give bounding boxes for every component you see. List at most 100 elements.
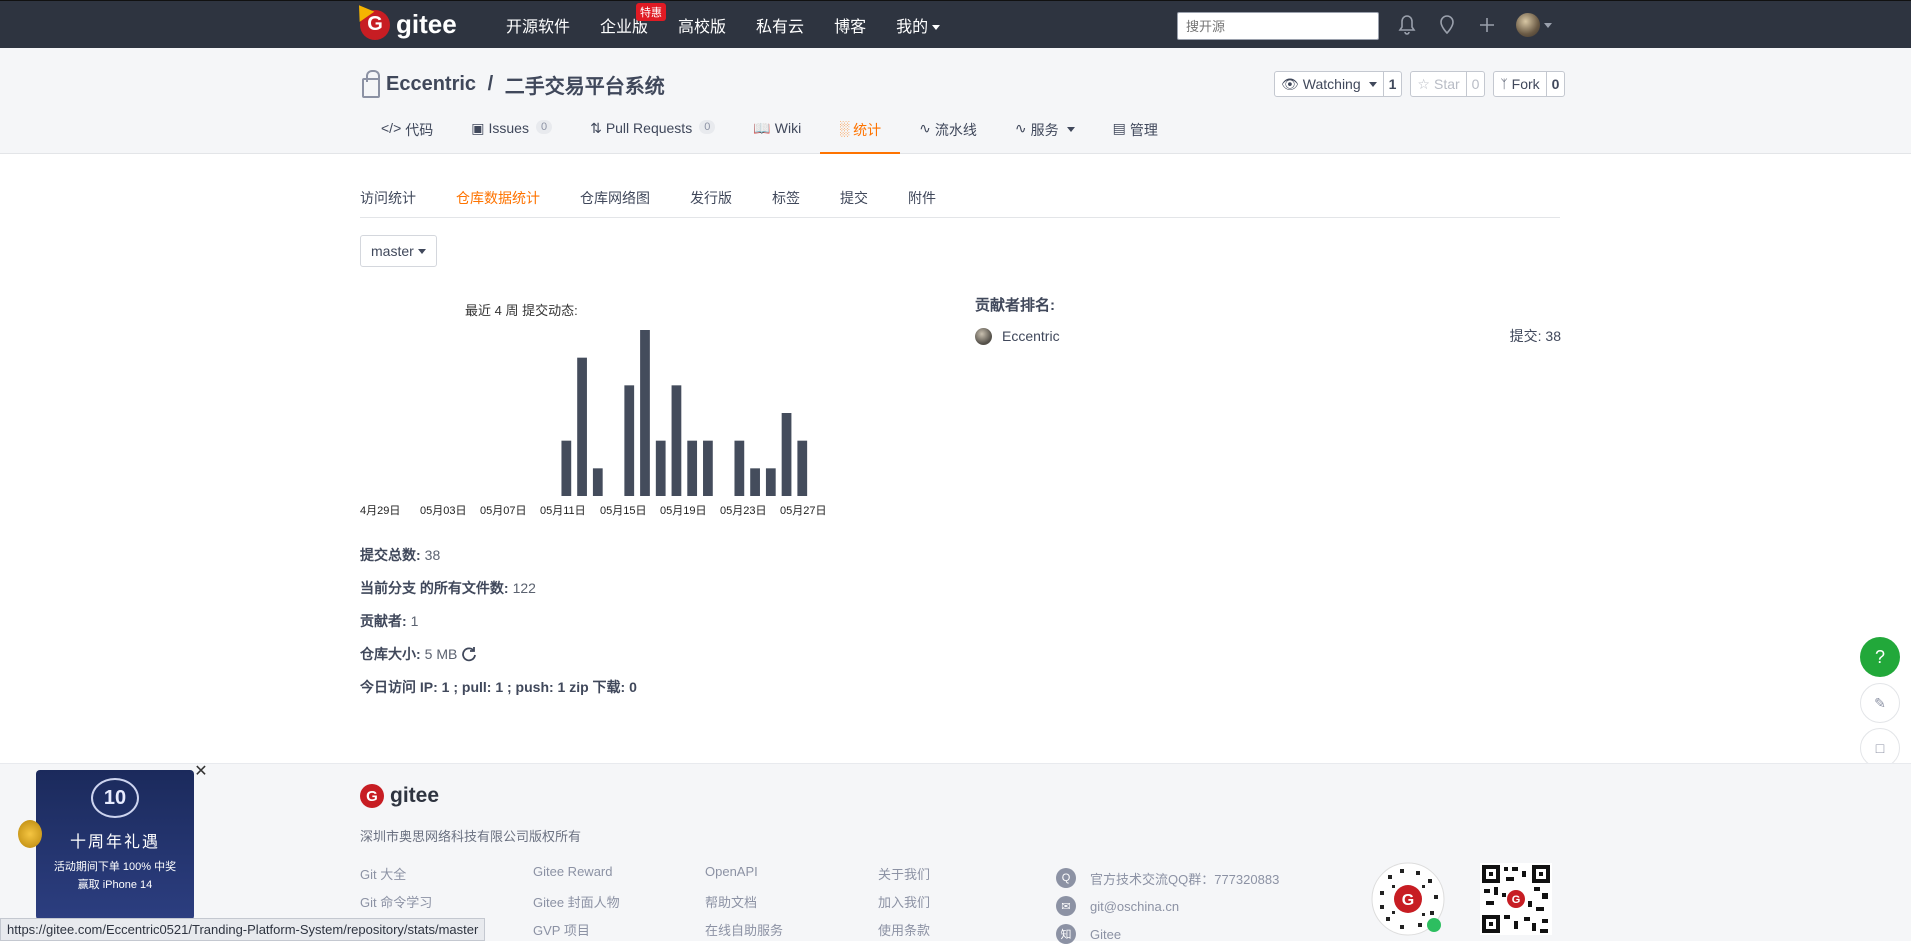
repo-actions: 👁 Watching 1 ☆ Star 0 ᛉ Fork 0 — [1274, 71, 1566, 97]
footer-link[interactable]: 使用条款 — [878, 923, 930, 938]
issues-count: 0 — [535, 120, 553, 134]
fork-count[interactable]: 0 — [1545, 72, 1565, 96]
contributor-name[interactable]: Eccentric — [1002, 328, 1060, 344]
subtab-tags[interactable]: 标签 — [772, 188, 800, 217]
user-menu[interactable] — [1516, 13, 1552, 37]
plus-icon[interactable] — [1476, 14, 1498, 36]
feedback-button[interactable]: ✎ — [1860, 683, 1900, 723]
help-button[interactable]: ? — [1860, 637, 1900, 677]
watch-button[interactable]: 👁 Watching 1 — [1274, 71, 1403, 97]
tab-issues[interactable]: ▣ Issues 0 — [452, 120, 571, 154]
contributor-commits: 提交: 38 — [1509, 328, 1561, 344]
x-tick-label: 05月11日 — [540, 505, 586, 517]
promo-line-3: 赢取 iPhone 14 — [77, 879, 153, 891]
chat-icon: □ — [1875, 740, 1885, 756]
top-icons — [1396, 13, 1552, 37]
x-tick-label: 4月29日 — [360, 505, 400, 517]
tab-wiki[interactable]: 📖 Wiki — [734, 120, 820, 154]
footer-link[interactable]: Git 大全 — [360, 867, 406, 882]
commit-activity-chart: 4月29日 05月03日 05月07日 05月11日 05月15日 05月19日 05月23… — [360, 330, 826, 517]
tab-label: 流水线 — [934, 122, 977, 138]
lock-icon — [362, 69, 380, 98]
fork-button[interactable]: ᛉ Fork 0 — [1493, 71, 1566, 97]
footer-link[interactable]: 帮助文档 — [705, 895, 757, 910]
footer-col-3: OpenAPI 帮助文档 在线自助服务 — [705, 864, 783, 948]
tab-pipeline[interactable]: ∿ 流水线 — [900, 120, 996, 154]
gitee-logo-icon: G — [360, 784, 384, 808]
footer-link[interactable]: OpenAPI — [705, 864, 758, 879]
x-tick-label: 05月03日 — [420, 505, 466, 517]
nav-item-enterprise[interactable]: 企业版 特惠 — [600, 3, 667, 37]
watch-label: Watching — [1302, 76, 1361, 92]
star-label: Star — [1433, 76, 1460, 92]
chat-button[interactable]: □ — [1860, 728, 1900, 768]
footer-link[interactable]: 关于我们 — [878, 867, 930, 882]
x-tick-label: 05月27日 — [780, 505, 826, 517]
fork-label: Fork — [1511, 76, 1540, 92]
star-count[interactable]: 0 — [1465, 72, 1485, 96]
subtab-repo-data-stats[interactable]: 仓库数据统计 — [456, 188, 540, 217]
x-tick-label: 05月15日 — [600, 505, 646, 517]
chart-bar — [577, 357, 587, 496]
watch-count[interactable]: 1 — [1382, 72, 1402, 96]
nav-item-mine[interactable]: 我的 — [896, 13, 941, 37]
bar-chart-icon: ░ — [839, 120, 850, 136]
avatar[interactable] — [975, 327, 992, 345]
subtab-releases[interactable]: 发行版 — [690, 188, 732, 217]
stat-contributors: 贡献者: 1 — [360, 604, 637, 637]
tab-stats[interactable]: ░ 统计 — [820, 120, 901, 154]
chart-title: 最近 4 周 提交动态: — [465, 303, 578, 318]
gitee-logo[interactable]: G gitee — [360, 9, 457, 40]
footer-link[interactable]: 加入我们 — [878, 895, 930, 910]
search-input[interactable] — [1177, 12, 1379, 40]
footer-link[interactable]: 在线自助服务 — [705, 923, 783, 938]
pull-request-icon: ⇅ — [590, 120, 602, 136]
anniversary-promo-banner[interactable]: 10 十周年礼遇 活动期间下单 100% 中奖 赢取 iPhone 14 — [36, 770, 194, 920]
subtab-visit-stats[interactable]: 访问统计 — [360, 188, 416, 217]
footer-link[interactable]: GVP 项目 — [533, 923, 590, 938]
tab-label: Wiki — [774, 120, 802, 136]
mail-icon: ✉ — [1056, 896, 1076, 916]
repo-owner-link[interactable]: Eccentric — [386, 73, 476, 96]
nav-item-private-cloud[interactable]: 私有云 — [756, 13, 804, 37]
repo-name-link[interactable]: 二手交易平台系统 — [505, 70, 665, 99]
branch-name: master — [371, 243, 414, 259]
chevron-down-icon — [932, 25, 941, 31]
footer-logo[interactable]: G gitee — [360, 784, 439, 808]
fork-icon: ᛉ — [1500, 77, 1508, 91]
tab-label: Pull Requests — [605, 120, 693, 136]
repo-header: Eccentric / 二手交易平台系统 👁 Watching 1 ☆ Star 0… — [0, 48, 1911, 154]
subtab-network-graph[interactable]: 仓库网络图 — [580, 188, 650, 217]
wechat-qr-icon: G — [1480, 863, 1552, 935]
tab-label: Issues — [488, 120, 529, 136]
balloon-icon — [18, 820, 42, 848]
stat-today-visits: 今日访问 IP: 1 ; pull: 1 ; push: 1 zip 下载: 0 — [360, 670, 637, 703]
branch-selector[interactable]: master — [360, 235, 437, 267]
footer-link[interactable]: Git 命令学习 — [360, 895, 432, 910]
footer-link[interactable]: Gitee Reward — [533, 864, 612, 879]
subtab-commits[interactable]: 提交 — [840, 188, 868, 217]
nav-item-open-source[interactable]: 开源软件 — [506, 13, 570, 37]
miniprogram-qr-icon: G — [1371, 862, 1445, 936]
tab-manage[interactable]: ▤ 管理 — [1094, 120, 1177, 154]
bell-icon[interactable] — [1396, 14, 1418, 36]
tab-services[interactable]: ∿ 服务 — [996, 120, 1094, 154]
subtab-attachments[interactable]: 附件 — [908, 188, 936, 217]
tab-code[interactable]: </> 代码 — [362, 120, 452, 154]
location-pin-icon[interactable] — [1436, 14, 1458, 36]
tab-label: 统计 — [853, 122, 882, 138]
chart-bar — [655, 440, 666, 496]
footer-link[interactable]: Gitee 封面人物 — [533, 895, 620, 910]
nav-item-university[interactable]: 高校版 — [678, 13, 726, 37]
chart-bar — [781, 413, 792, 496]
refresh-icon[interactable] — [461, 646, 477, 662]
top-navbar: G gitee 开源软件 企业版 特惠 高校版 私有云 博客 我的 — [0, 0, 1911, 48]
nav-item-blog[interactable]: 博客 — [834, 13, 866, 37]
close-icon[interactable]: ✕ — [193, 764, 209, 780]
contact-zhihu[interactable]: Gitee — [1090, 927, 1121, 942]
star-button[interactable]: ☆ Star 0 — [1410, 71, 1486, 97]
nav-item-label: 我的 — [896, 19, 929, 36]
contact-email[interactable]: git@oschina.cn — [1090, 899, 1179, 914]
tab-pull-requests[interactable]: ⇅ Pull Requests 0 — [571, 120, 734, 154]
pr-count: 0 — [699, 120, 716, 134]
